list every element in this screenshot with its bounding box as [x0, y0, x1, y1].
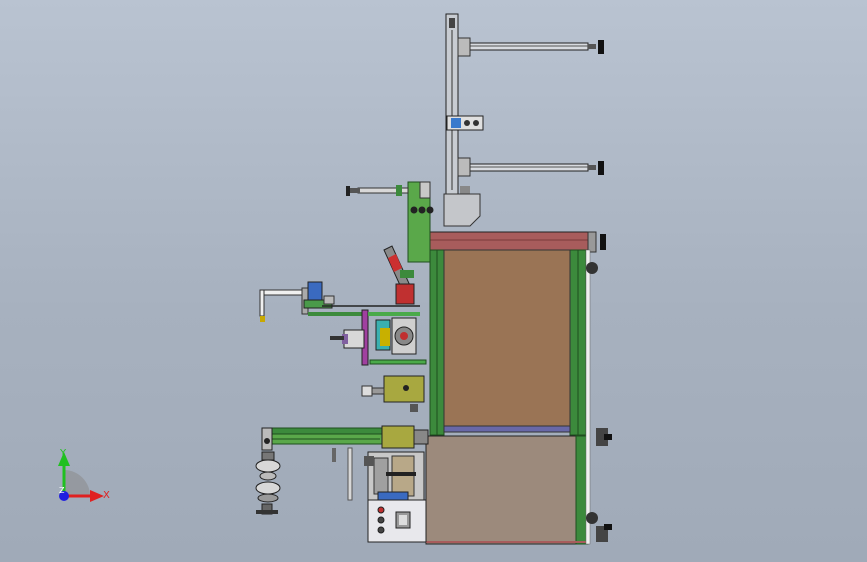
valve-block — [361, 375, 425, 412]
axis-y-label: Y — [59, 448, 67, 459]
vertical-mast — [443, 13, 604, 227]
axis-triad: Y X Z — [58, 448, 110, 502]
main-frame — [425, 231, 597, 545]
central-mechanism — [330, 309, 427, 366]
lower-arm — [457, 157, 604, 194]
upper-arm — [457, 37, 604, 57]
control-box[interactable] — [367, 499, 427, 543]
axis-x-label: X — [103, 490, 110, 501]
cad-viewport[interactable]: Y X Z — [0, 0, 867, 562]
axis-z-label: Z — [59, 486, 65, 495]
spool — [255, 451, 281, 515]
gear-assembly — [364, 451, 425, 501]
